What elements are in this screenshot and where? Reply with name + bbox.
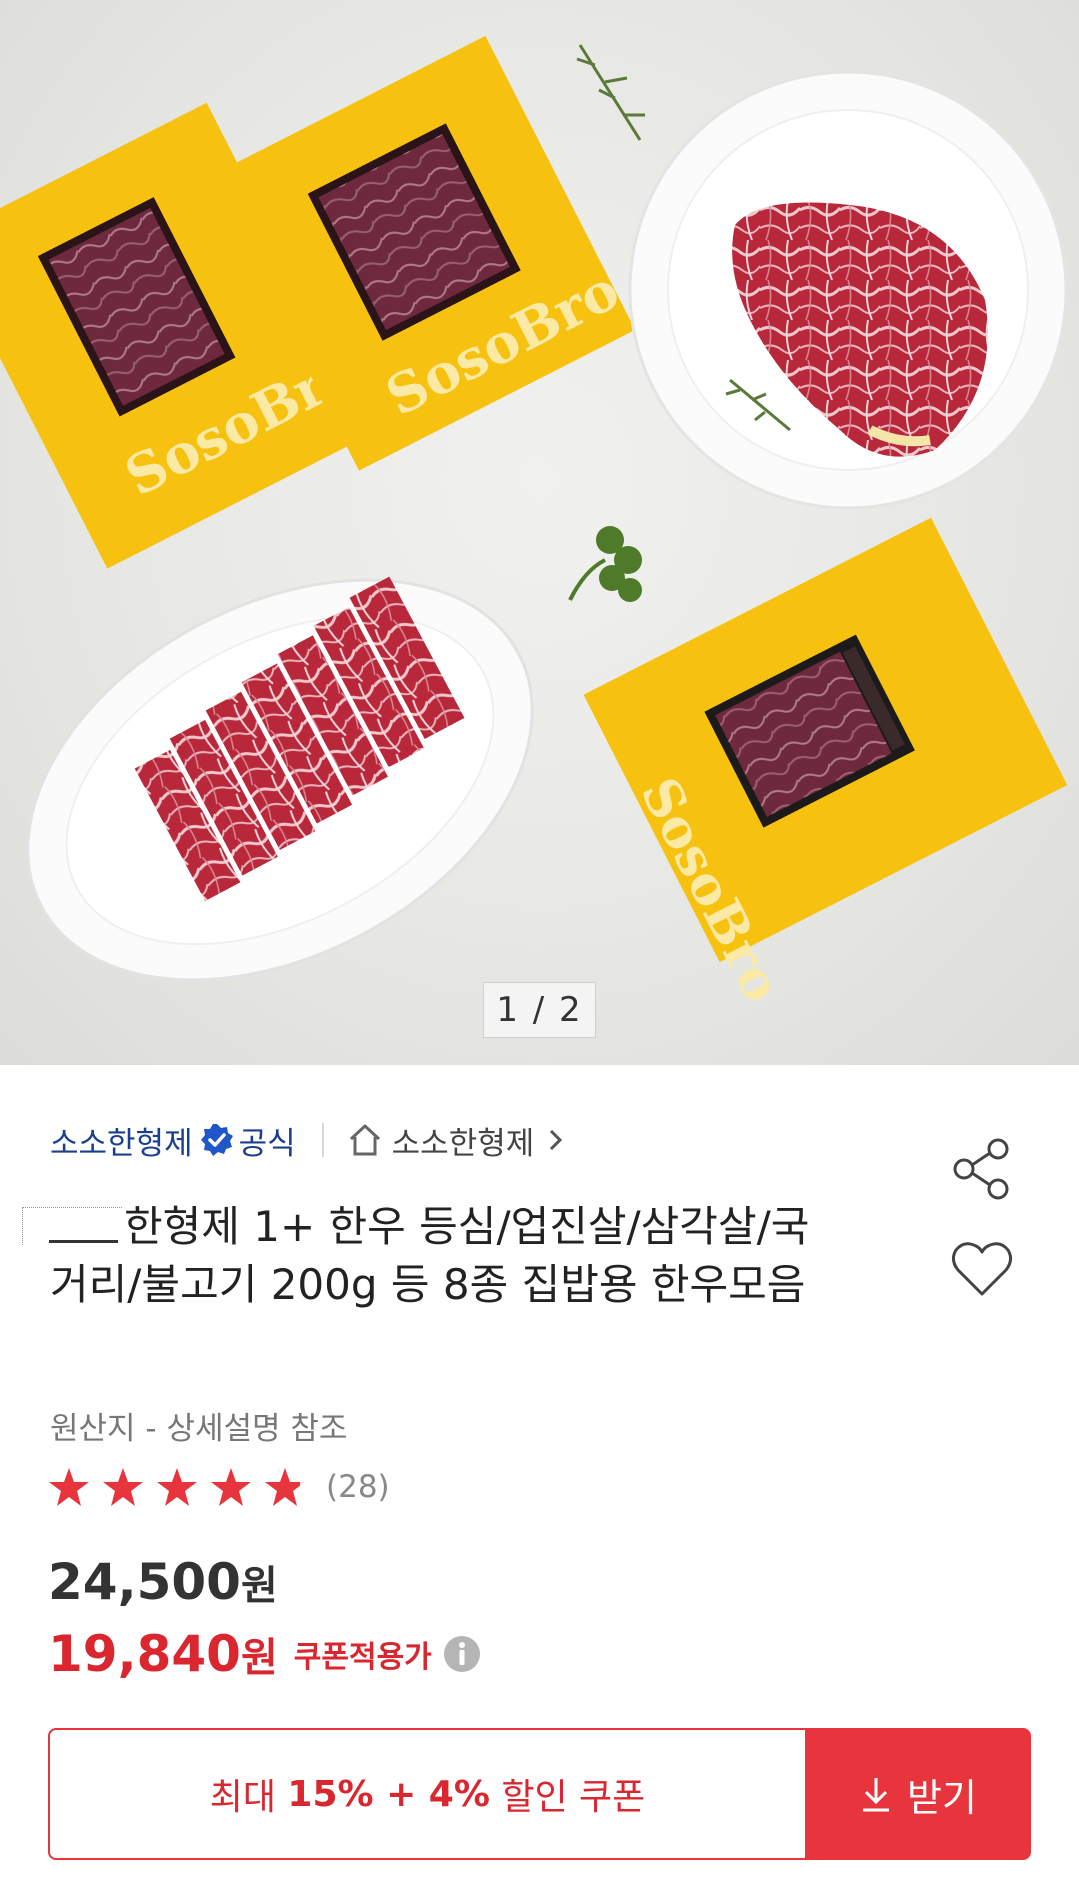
product-title-text: 한형제 1+ 한우 등심/업진살/삼각살/국거리/불고기 200g 등 8종 집… — [50, 1202, 810, 1309]
image-pager-indicator: 1 / 2 — [483, 982, 596, 1038]
info-icon[interactable] — [442, 1634, 482, 1674]
seller-name-link[interactable]: 소소한형제 — [50, 1118, 193, 1163]
origin-info: 원산지 - 상세설명 참조 — [50, 1411, 348, 1447]
coupon-download-button[interactable]: 받기 — [805, 1728, 1031, 1860]
coupon-discount-text: 15% + 4% — [287, 1773, 490, 1815]
verified-badge-icon — [200, 1124, 233, 1156]
star-half-icon — [265, 1468, 305, 1506]
coupon-text-prefix: 최대 — [209, 1777, 288, 1818]
share-icon[interactable] — [948, 1135, 1016, 1203]
star-rating — [48, 1466, 318, 1508]
product-image-gallery[interactable]: SosoBro SosoBro SosoBro 1 / 2 — [0, 0, 1079, 1065]
product-title: 한형제 1+ 한우 등심/업진살/삼각살/국거리/불고기 200g 등 8종 집… — [22, 1198, 830, 1314]
sale-price-unit: 원 — [240, 1635, 278, 1681]
store-link[interactable]: 소소한형제 — [392, 1118, 535, 1163]
heart-icon[interactable] — [950, 1238, 1014, 1300]
coupon-price: 19,840 원 쿠폰적용가 — [48, 1625, 482, 1683]
review-count[interactable]: (28) — [326, 1469, 390, 1505]
star-icon — [49, 1468, 89, 1506]
product-photo: SosoBro SosoBro SosoBro — [0, 35, 1068, 1012]
sale-price-value: 19,840 — [48, 1625, 241, 1683]
star-icon — [211, 1468, 251, 1506]
seller-divider — [321, 1123, 324, 1157]
seller-row: 소소한형제 공식 소소한형제 — [50, 1115, 566, 1165]
star-icon — [157, 1468, 197, 1506]
original-price: 24,500원 — [48, 1553, 278, 1611]
home-icon — [349, 1124, 380, 1156]
original-price-unit: 원 — [240, 1563, 278, 1609]
coupon-applied-label: 쿠폰적용가 — [293, 1640, 432, 1675]
star-icon — [103, 1468, 143, 1506]
chevron-right-icon — [550, 1129, 563, 1151]
rating-row[interactable]: (28) — [48, 1466, 390, 1508]
coupon-text-suffix: 할인 쿠폰 — [489, 1777, 646, 1818]
title-placeholder-icon — [22, 1207, 122, 1245]
coupon-download-bar: 최대 15% + 4% 할인 쿠폰 받기 — [48, 1728, 1031, 1860]
download-icon — [863, 1778, 890, 1812]
original-price-value: 24,500 — [48, 1553, 241, 1611]
coupon-info-button[interactable]: 최대 15% + 4% 할인 쿠폰 — [48, 1728, 805, 1860]
coupon-download-label: 받기 — [907, 1775, 977, 1820]
official-label: 공식 — [238, 1125, 296, 1162]
